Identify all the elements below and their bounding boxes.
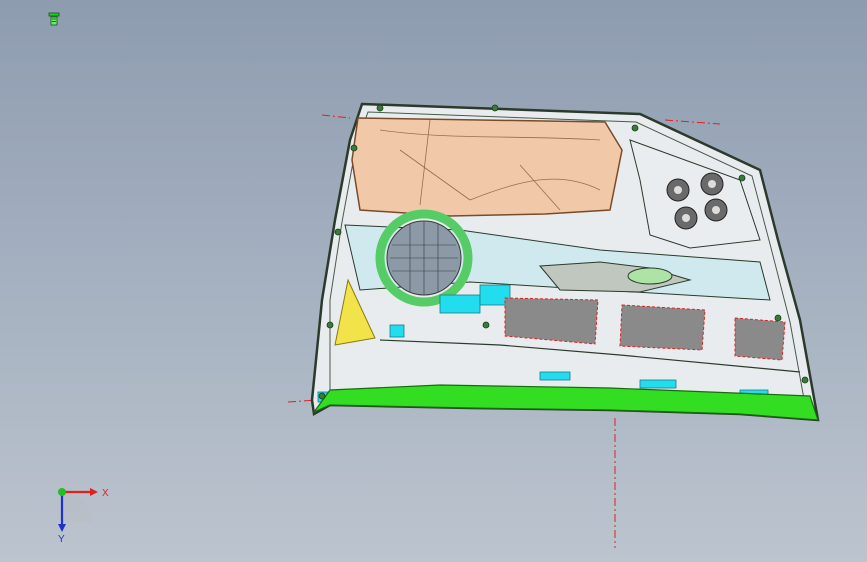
inner-door-handle[interactable] <box>627 267 673 285</box>
coordinate-triad: X Y <box>58 488 109 545</box>
door-trim-panel-model[interactable] <box>0 0 867 562</box>
x-axis-label: X <box>102 488 109 499</box>
upper-armrest-pad[interactable] <box>351 117 623 217</box>
y-axis-label: Y <box>58 534 65 545</box>
graphics-viewport[interactable]: X Y <box>0 0 867 562</box>
